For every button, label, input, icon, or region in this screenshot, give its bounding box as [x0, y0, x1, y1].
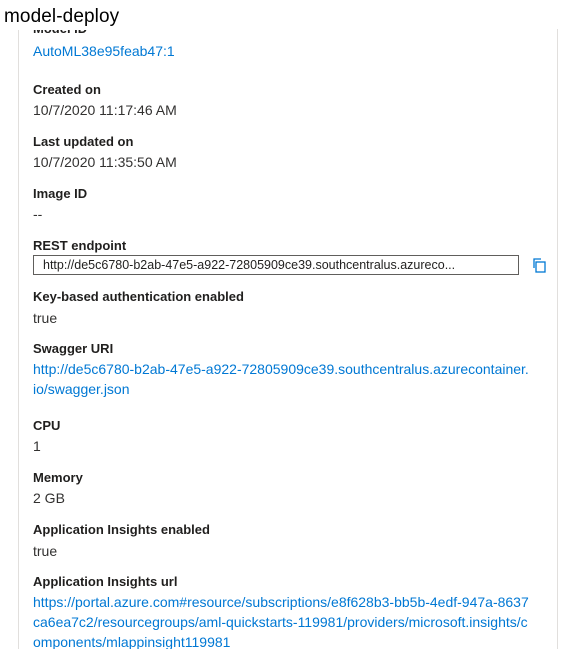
- rest-endpoint-field[interactable]: http://de5c6780-b2ab-47e5-a922-72805909c…: [33, 255, 519, 275]
- image-id-value: --: [33, 206, 43, 222]
- model-id-link[interactable]: AutoML38e95feab47:1: [33, 41, 175, 61]
- key-auth-value: true: [33, 310, 58, 326]
- rest-endpoint-label: REST endpoint: [33, 238, 127, 253]
- created-on-value: 10/7/2020 11:17:46 AM: [33, 102, 177, 118]
- cpu-value: 1: [33, 438, 41, 454]
- copy-icon[interactable]: [531, 257, 547, 273]
- page: model-deploy Model ID AutoML38e95feab47:…: [0, 0, 566, 649]
- app-insights-url-label: Application Insights url: [33, 574, 178, 589]
- created-on-label: Created on: [33, 82, 101, 97]
- copy-icon-glyph: [533, 258, 546, 273]
- model-id-label: Model ID: [33, 29, 87, 38]
- key-auth-label: Key-based authentication enabled: [33, 289, 244, 304]
- last-updated-value: 10/7/2020 11:35:50 AM: [33, 154, 177, 170]
- page-title: model-deploy: [4, 4, 124, 30]
- cpu-label: CPU: [33, 418, 61, 433]
- details-panel: Model ID AutoML38e95feab47:1 Created on …: [18, 29, 558, 649]
- app-insights-enabled-label: Application Insights enabled: [33, 522, 210, 537]
- swagger-uri-label: Swagger URI: [33, 341, 114, 356]
- app-insights-url-link[interactable]: https://portal.azure.com#resource/subscr…: [33, 592, 529, 649]
- image-id-label: Image ID: [33, 186, 88, 201]
- memory-value: 2 GB: [33, 490, 65, 506]
- app-insights-enabled-value: true: [33, 543, 58, 559]
- last-updated-label: Last updated on: [33, 134, 134, 149]
- memory-label: Memory: [33, 470, 83, 485]
- swagger-uri-link[interactable]: http://de5c6780-b2ab-47e5-a922-72805909c…: [33, 359, 529, 399]
